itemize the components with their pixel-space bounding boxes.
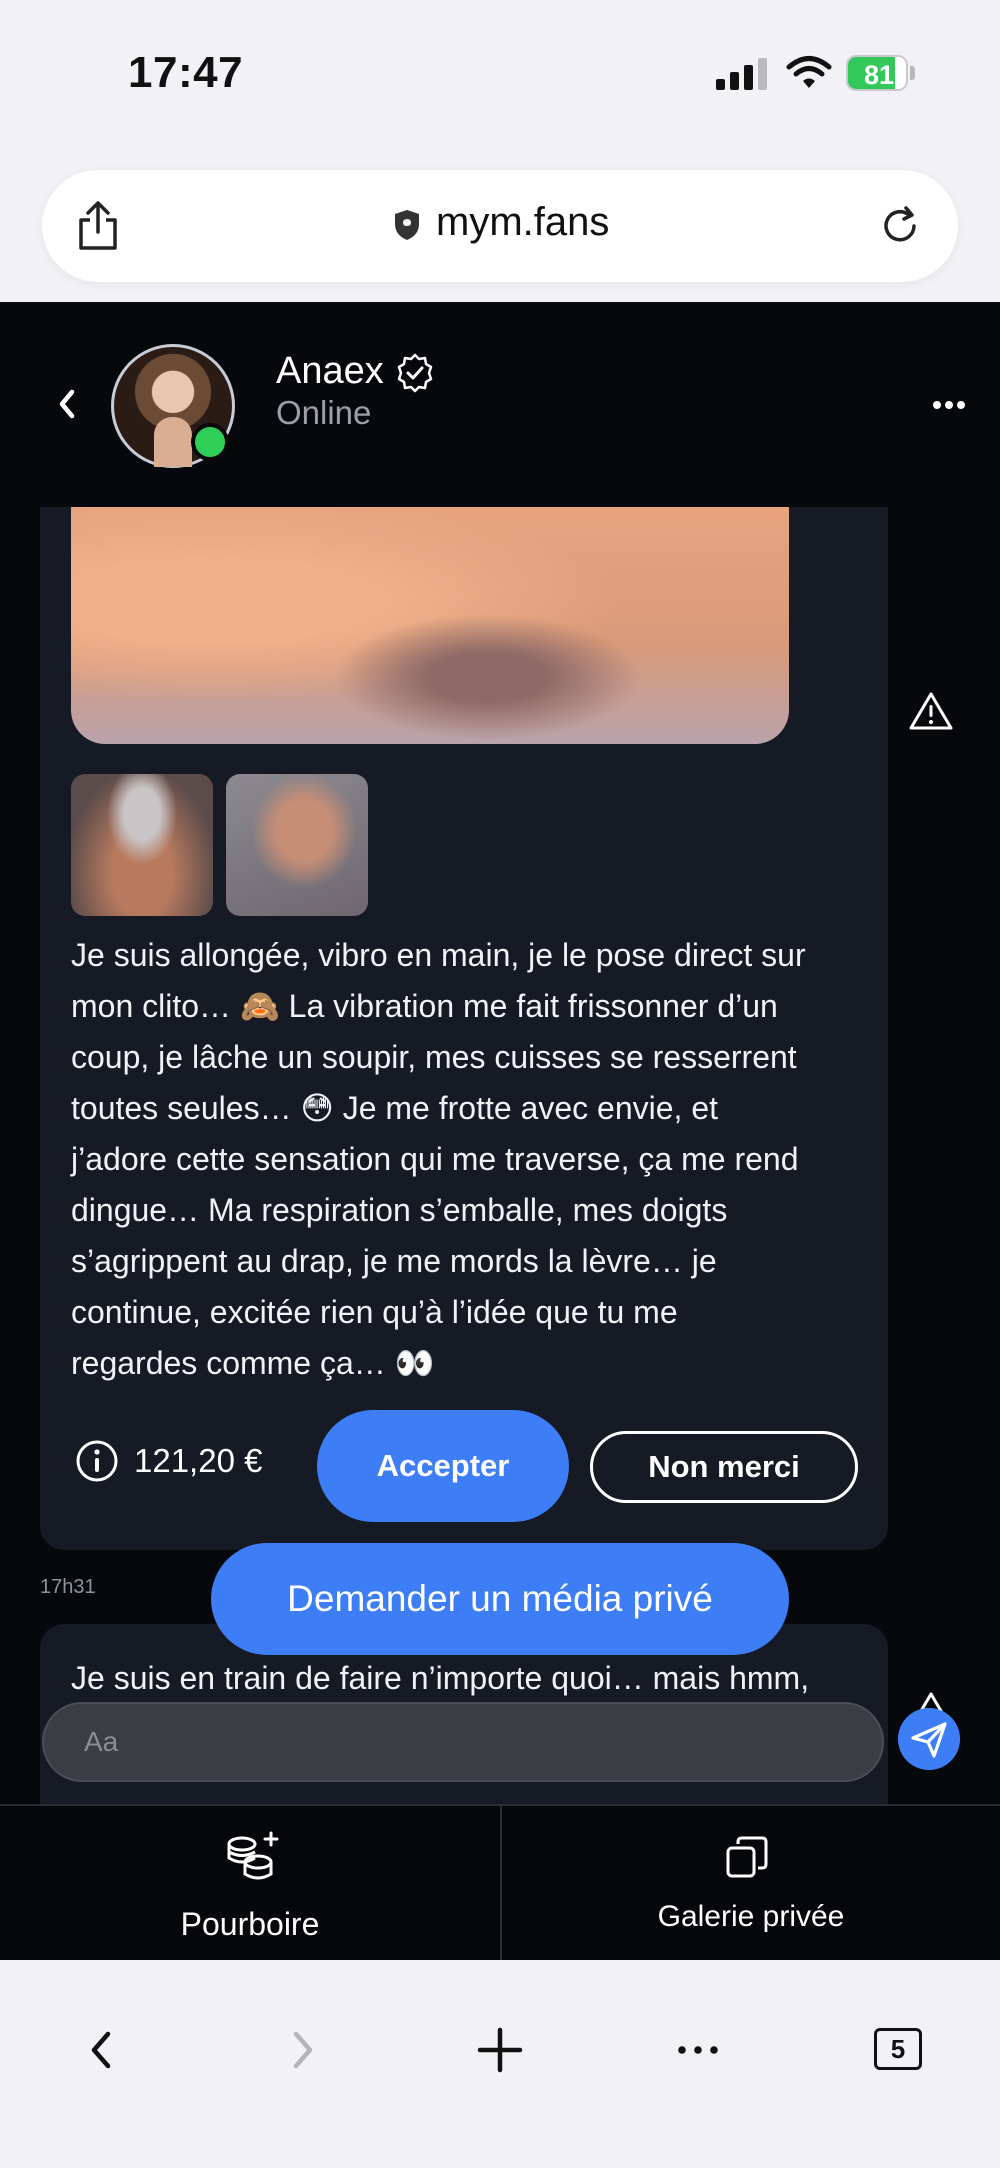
- send-icon[interactable]: [898, 1708, 960, 1770]
- contact-status: Online: [276, 394, 372, 431]
- blurred-media-thumbnail[interactable]: [226, 774, 368, 916]
- url-text[interactable]: mym.fans: [436, 200, 609, 245]
- coins-plus-icon: [227, 1831, 279, 1880]
- bottom-action-bar: Pourboire Galerie privée: [0, 1804, 1000, 1960]
- tabs-button[interactable]: 5: [868, 2020, 928, 2080]
- plus-icon[interactable]: [470, 2020, 530, 2080]
- tabs-count: 5: [874, 2028, 922, 2070]
- blurred-media-preview[interactable]: [71, 506, 789, 744]
- tip-tab[interactable]: Pourboire: [0, 1806, 500, 1960]
- tip-label: Pourboire: [180, 1906, 320, 1942]
- message-input[interactable]: [84, 1704, 844, 1780]
- share-icon[interactable]: [74, 200, 122, 252]
- status-bar: 17:47 81: [0, 0, 1000, 150]
- reload-icon[interactable]: [878, 204, 922, 248]
- paid-message-bubble: Je suis allongée, vibro en main, je le p…: [40, 506, 888, 1550]
- private-gallery-tab[interactable]: Galerie privée: [502, 1806, 1000, 1960]
- chevron-left-icon[interactable]: [52, 384, 82, 424]
- status-time: 17:47: [128, 48, 244, 97]
- decline-button[interactable]: Non merci: [590, 1431, 858, 1503]
- chat-app: Anaex Online Je suis allongée, vibro en …: [0, 302, 1000, 1960]
- copy-gallery-icon: [726, 1836, 768, 1878]
- info-icon[interactable]: [74, 1438, 120, 1484]
- battery-indicator: 81: [846, 55, 916, 91]
- browser-toolbar: 5: [0, 1960, 1000, 2168]
- address-bar[interactable]: mym.fans: [42, 170, 958, 282]
- cellular-signal-icon: [716, 58, 767, 90]
- back-icon[interactable]: [72, 2020, 132, 2080]
- accept-button[interactable]: Accepter: [317, 1410, 569, 1522]
- private-gallery-label: Galerie privée: [657, 1900, 845, 1933]
- chat-header: Anaex Online: [0, 302, 1000, 507]
- verified-badge-icon: [397, 353, 433, 393]
- request-private-media-button[interactable]: Demander un média privé: [211, 1543, 789, 1655]
- online-indicator: [191, 423, 229, 461]
- message-text: Je suis allongée, vibro en main, je le p…: [71, 937, 806, 1381]
- warning-triangle-icon[interactable]: [908, 690, 954, 732]
- more-dots-icon[interactable]: [668, 2020, 728, 2080]
- forward-icon[interactable]: [272, 2020, 332, 2080]
- battery-level: 81: [863, 60, 895, 90]
- unlock-price: 121,20 €: [134, 1442, 263, 1479]
- wifi-icon: [786, 56, 832, 88]
- blurred-media-thumbnail[interactable]: [71, 774, 213, 916]
- contact-name[interactable]: Anaex: [276, 350, 384, 393]
- message-text-preview: Je suis en train de faire n’importe quoi…: [71, 1660, 810, 1696]
- shield-icon: [395, 210, 419, 240]
- message-timestamp: 17h31: [40, 1576, 96, 1598]
- more-dots-icon[interactable]: [932, 398, 966, 412]
- message-composer[interactable]: [42, 1702, 884, 1782]
